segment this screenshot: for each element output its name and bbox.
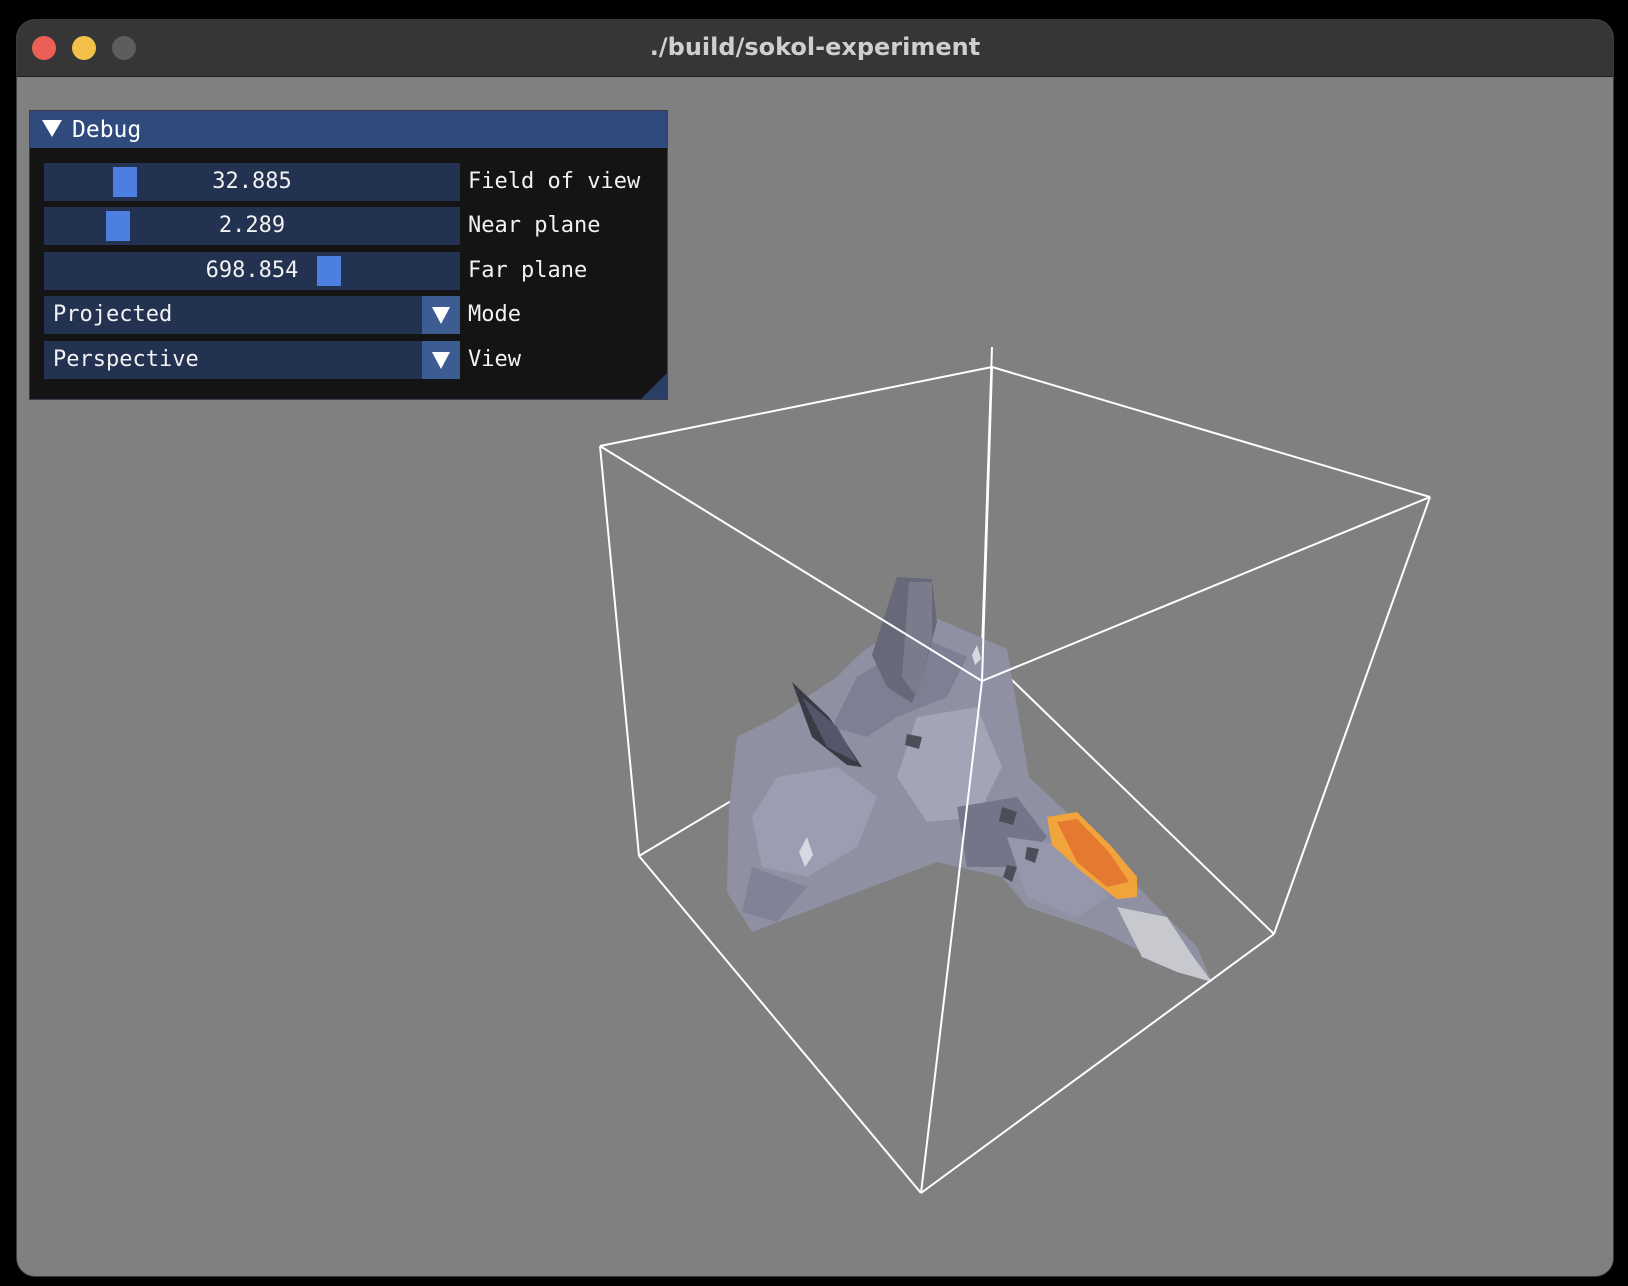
view-combo[interactable]: Perspective — [44, 341, 460, 379]
near-plane-label: Near plane — [468, 213, 601, 238]
near-plane-slider[interactable]: 2.289 — [44, 207, 460, 245]
near-plane-value: 2.289 — [218, 213, 286, 238]
fov-slider[interactable]: 32.885 — [44, 163, 460, 201]
mode-row: Projected Mode — [44, 296, 664, 334]
far-plane-value: 698.854 — [205, 258, 299, 283]
fov-row: 32.885 Field of view — [44, 163, 664, 201]
mode-combo[interactable]: Projected — [44, 296, 460, 334]
mode-label: Mode — [468, 302, 521, 327]
chevron-down-icon — [432, 307, 450, 324]
mode-combo-button[interactable] — [422, 296, 460, 334]
debug-panel-title: Debug — [72, 117, 142, 143]
title-bar[interactable]: ./build/sokol-experiment — [17, 20, 1613, 77]
view-combo-button[interactable] — [422, 341, 460, 379]
render-viewport[interactable]: Debug 32.885 Field of view 2.289 Near pl… — [17, 77, 1613, 1276]
debug-panel[interactable]: Debug 32.885 Field of view 2.289 Near pl… — [29, 110, 668, 400]
view-combo-value: Perspective — [53, 347, 199, 372]
resize-grip-icon[interactable] — [641, 373, 667, 399]
fov-label: Field of view — [468, 169, 641, 194]
near-plane-row: 2.289 Near plane — [44, 207, 664, 245]
far-plane-label: Far plane — [468, 258, 588, 283]
app-window: ./build/sokol-experiment Debug 32.885 Fi… — [17, 20, 1613, 1276]
chevron-down-icon — [432, 352, 450, 369]
collapse-arrow-icon[interactable] — [42, 120, 62, 137]
view-row: Perspective View — [44, 341, 664, 379]
debug-panel-header[interactable]: Debug — [30, 111, 667, 148]
mode-combo-value: Projected — [53, 302, 173, 327]
far-plane-slider[interactable]: 698.854 — [44, 252, 460, 290]
far-plane-row: 698.854 Far plane — [44, 252, 664, 290]
fov-value: 32.885 — [212, 169, 292, 194]
window-title: ./build/sokol-experiment — [649, 33, 981, 61]
view-label: View — [468, 347, 521, 372]
